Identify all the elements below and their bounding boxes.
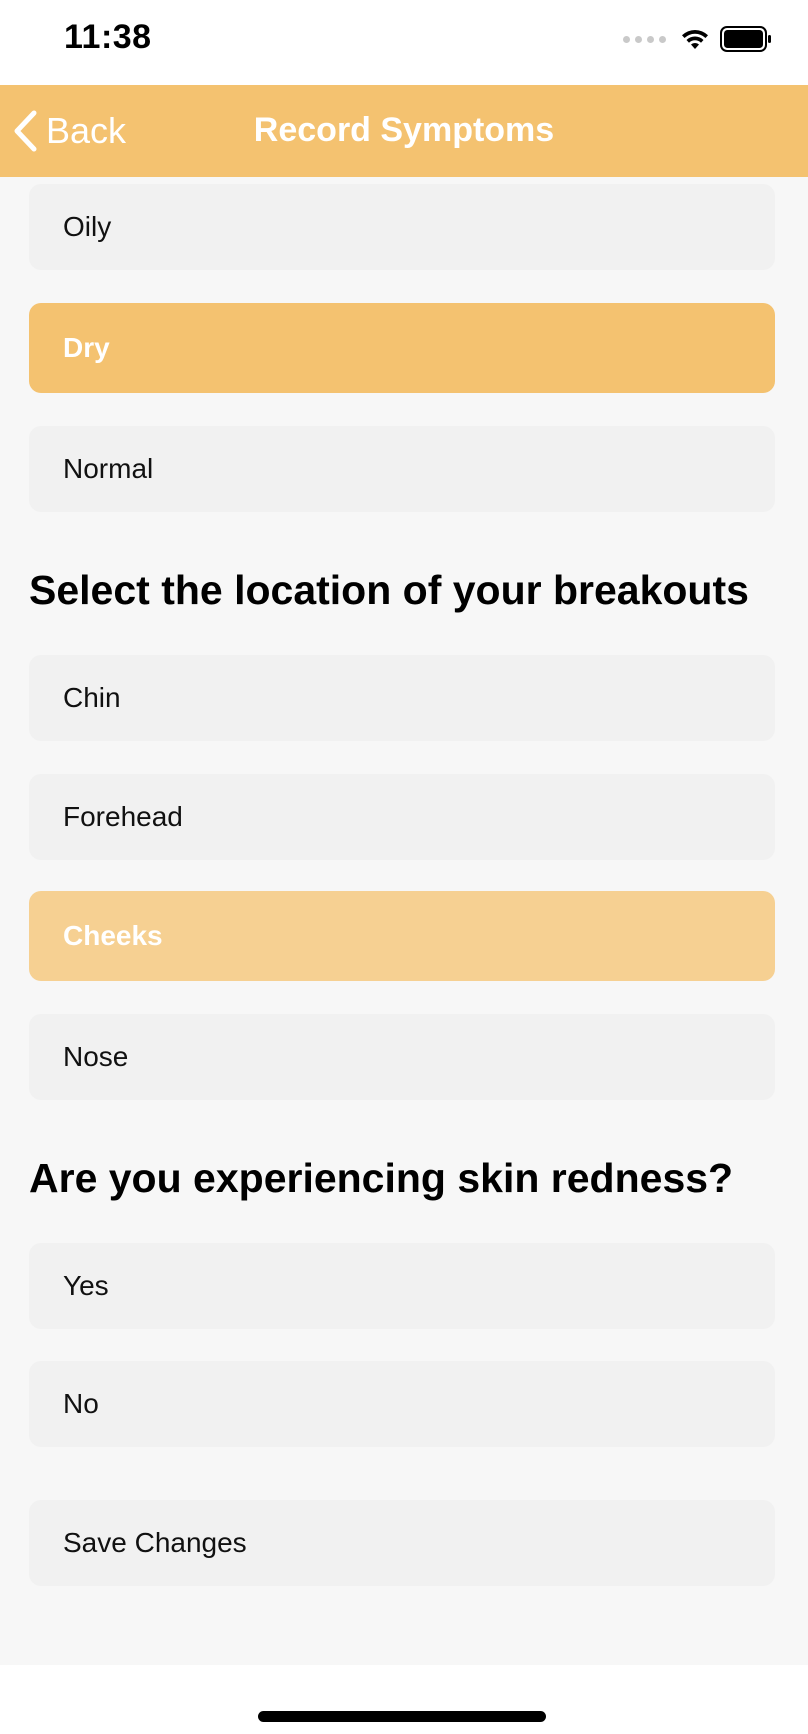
- option-no[interactable]: No: [29, 1361, 775, 1447]
- breakouts-section-title: Select the location of your breakouts: [29, 567, 749, 613]
- home-area: [0, 1665, 808, 1734]
- option-normal[interactable]: Normal: [29, 426, 775, 512]
- option-forehead[interactable]: Forehead: [29, 774, 775, 860]
- battery-icon: [720, 26, 772, 52]
- page-title: Record Symptoms: [253, 111, 555, 149]
- option-cheeks[interactable]: Cheeks: [29, 891, 775, 981]
- status-icons: [623, 24, 772, 54]
- navigation-bar: Back Record Symptoms: [0, 85, 808, 177]
- home-indicator[interactable]: [258, 1711, 546, 1722]
- status-bar: 11:38: [0, 0, 808, 85]
- signal-dots-icon: [623, 35, 666, 43]
- redness-section-title: Are you experiencing skin redness?: [29, 1155, 734, 1201]
- option-oily[interactable]: Oily: [29, 184, 775, 270]
- save-changes-button[interactable]: Save Changes: [29, 1500, 775, 1586]
- option-nose[interactable]: Nose: [29, 1014, 775, 1100]
- symptom-form: Oily Dry Normal Select the location of y…: [0, 177, 808, 1665]
- status-time: 11:38: [64, 18, 152, 56]
- option-dry[interactable]: Dry: [29, 303, 775, 393]
- option-yes[interactable]: Yes: [29, 1243, 775, 1329]
- wifi-icon: [680, 28, 710, 50]
- option-chin[interactable]: Chin: [29, 655, 775, 741]
